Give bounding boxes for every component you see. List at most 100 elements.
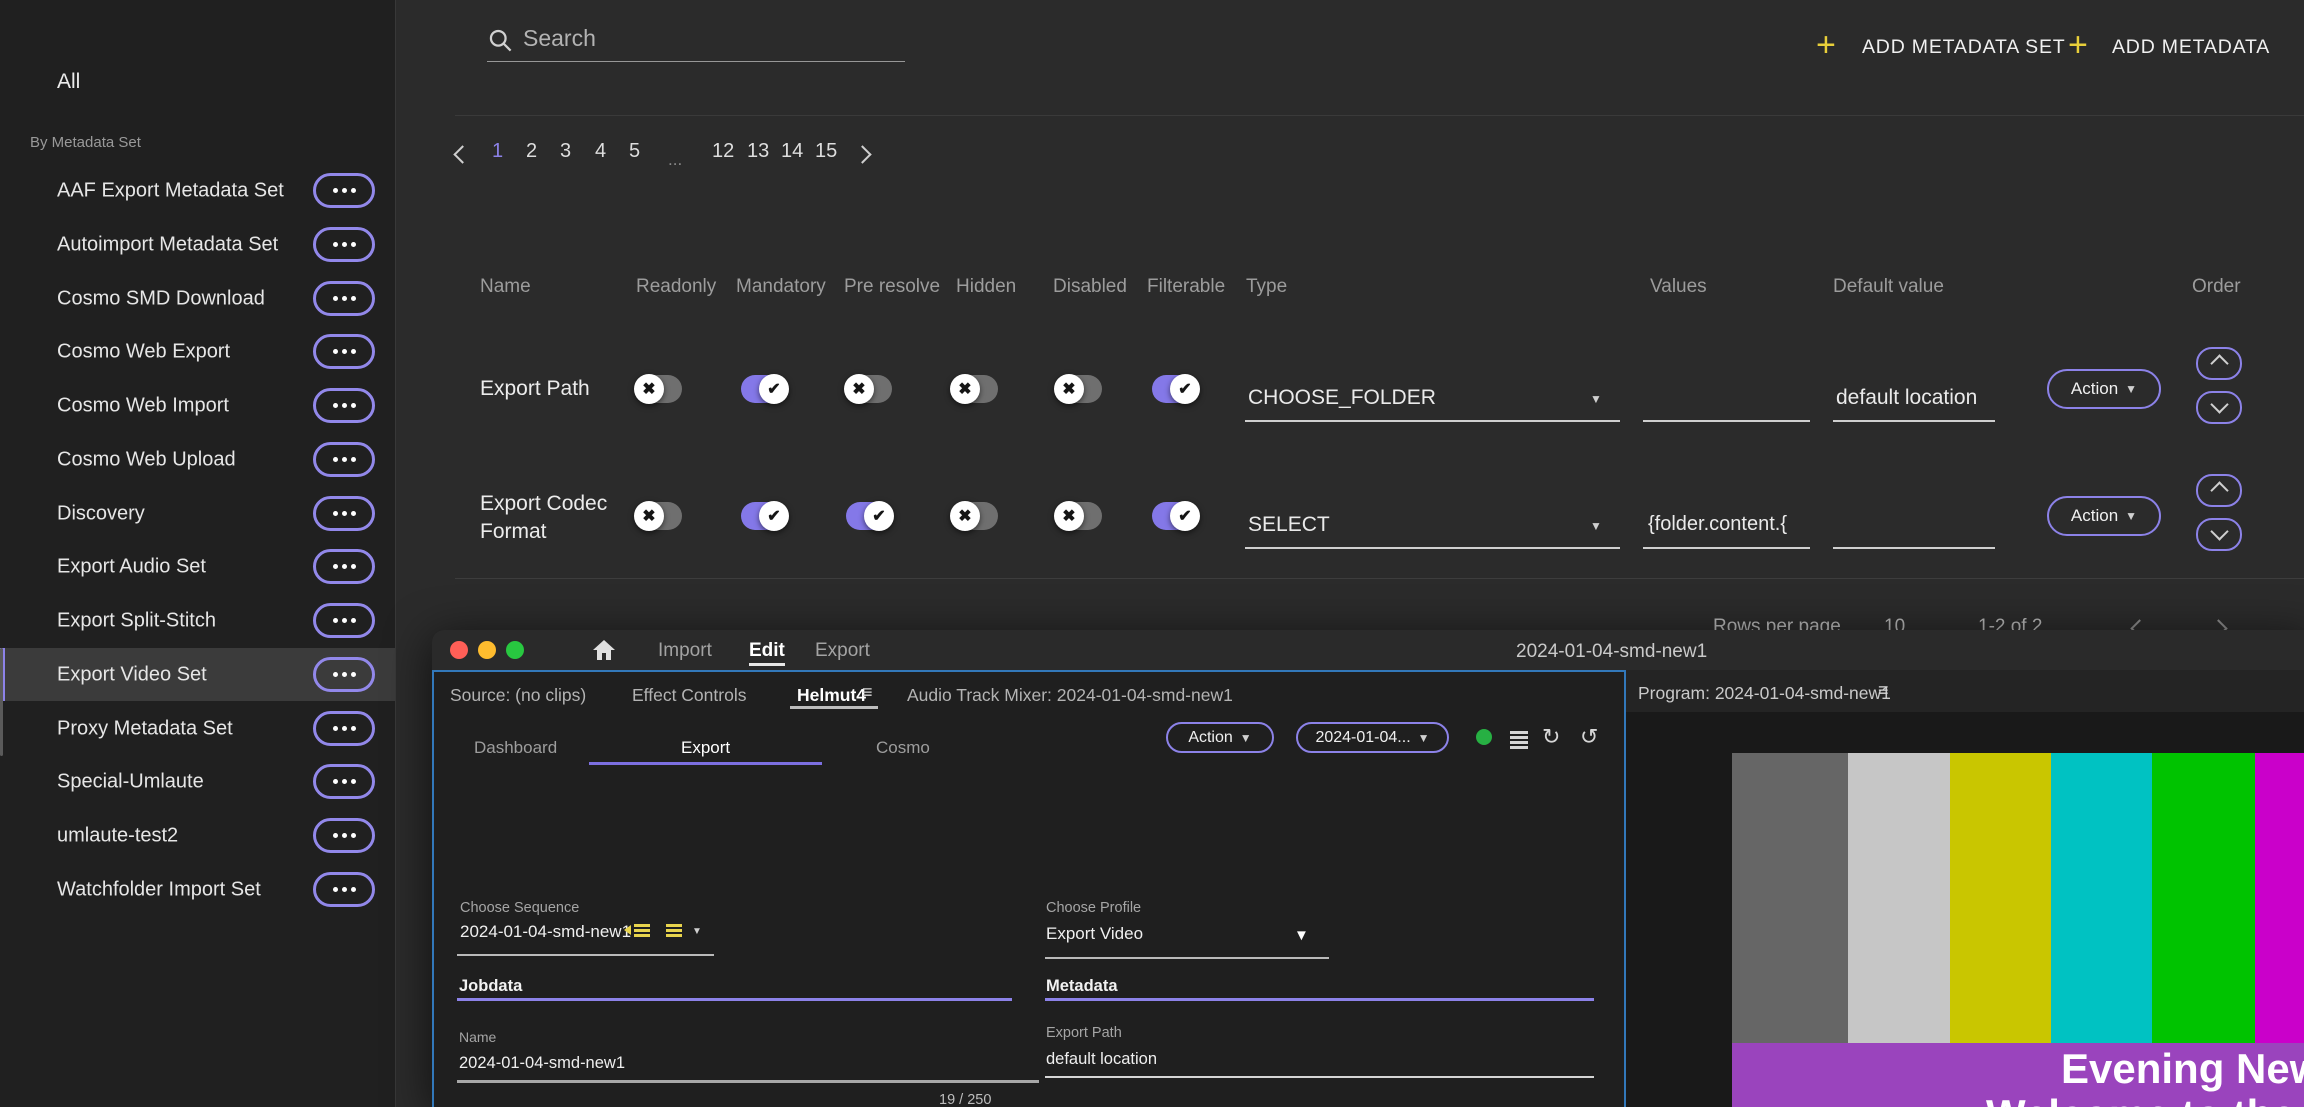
pagination-page-2[interactable]: 2 — [526, 140, 537, 163]
tab-export-helmut[interactable]: Export — [681, 738, 730, 758]
preset-dropdown[interactable]: 2024-01-04...▼ — [1296, 722, 1449, 753]
tab-import[interactable]: Import — [658, 640, 712, 662]
type-select[interactable]: CHOOSE_FOLDER — [1248, 386, 1436, 410]
sequence-menu-icon[interactable] — [666, 924, 682, 927]
add-metadata-set-button[interactable]: ADD METADATA SET — [1862, 36, 2066, 59]
item-menu-button[interactable] — [313, 281, 375, 316]
move-up-button[interactable] — [2196, 347, 2242, 380]
sidebar-item-proxy-metadata-set[interactable]: Proxy Metadata Set — [0, 702, 395, 755]
hidden-toggle[interactable] — [952, 502, 998, 530]
pagination-next-icon[interactable] — [856, 148, 869, 166]
move-down-button[interactable] — [2196, 391, 2242, 424]
item-menu-button[interactable] — [313, 603, 375, 638]
disabled-toggle[interactable] — [1056, 375, 1102, 403]
sidebar-item-all[interactable]: All — [57, 70, 80, 94]
hidden-toggle[interactable] — [952, 375, 998, 403]
sidebar-item-cosmo-web-export[interactable]: Cosmo Web Export — [0, 325, 395, 378]
tab-cosmo[interactable]: Cosmo — [876, 738, 930, 758]
move-down-button[interactable] — [2196, 518, 2242, 551]
action-button[interactable]: Action▼ — [2047, 369, 2161, 409]
profile-select[interactable]: Export Video — [1046, 924, 1143, 944]
tab-dashboard[interactable]: Dashboard — [474, 738, 557, 758]
tab-helmut4[interactable]: Helmut4 — [797, 685, 866, 706]
tab-effect-controls[interactable]: Effect Controls — [632, 685, 746, 706]
mandatory-toggle[interactable] — [741, 375, 787, 403]
item-menu-button[interactable] — [313, 388, 375, 423]
item-menu-button[interactable] — [313, 711, 375, 746]
pagination-page-14[interactable]: 14 — [781, 140, 803, 163]
panel-menu-icon[interactable]: ≡ — [1878, 680, 1889, 701]
item-menu-button[interactable] — [313, 496, 375, 531]
close-icon[interactable] — [450, 641, 468, 659]
tab-source[interactable]: Source: (no clips) — [450, 685, 586, 706]
default-value-underline[interactable] — [1833, 547, 1995, 549]
maximize-icon[interactable] — [506, 641, 524, 659]
mandatory-toggle[interactable] — [741, 502, 787, 530]
menu-icon[interactable] — [1510, 736, 1528, 739]
pagination-page-1[interactable]: 1 — [492, 140, 503, 163]
tab-edit[interactable]: Edit — [749, 640, 785, 662]
pagination-page-15[interactable]: 15 — [815, 140, 837, 163]
add-metadata-button[interactable]: ADD METADATA — [2112, 36, 2270, 59]
sequence-list-icon[interactable] — [634, 924, 650, 927]
home-icon[interactable] — [592, 639, 616, 661]
sidebar-item-export-video-set[interactable]: Export Video Set — [0, 648, 395, 701]
type-select[interactable]: SELECT — [1248, 513, 1330, 537]
panel-menu-icon[interactable]: ≡ — [862, 682, 873, 703]
minimize-icon[interactable] — [478, 641, 496, 659]
sync-icon[interactable]: ↺ — [1580, 724, 1598, 750]
sidebar-item-special-umlaute[interactable]: Special-Umlaute — [0, 755, 395, 808]
pagination-page-5[interactable]: 5 — [629, 140, 640, 163]
default-value-input[interactable]: default location — [1836, 386, 1977, 410]
pagination-page-4[interactable]: 4 — [595, 140, 606, 163]
sidebar-item-autoimport[interactable]: Autoimport Metadata Set — [0, 218, 395, 271]
col-name: Name — [480, 276, 531, 298]
item-menu-button[interactable] — [313, 173, 375, 208]
sequence-value[interactable]: 2024-01-04-smd-new1 — [460, 922, 631, 942]
pagination-page-13[interactable]: 13 — [747, 140, 769, 163]
refresh-icon[interactable]: ↻ — [1542, 724, 1560, 750]
plus-icon: + — [1816, 28, 1836, 62]
window-titlebar[interactable] — [432, 630, 2304, 670]
sidebar-item-cosmo-web-import[interactable]: Cosmo Web Import — [0, 379, 395, 432]
pagination-page-3[interactable]: 3 — [560, 140, 571, 163]
move-up-button[interactable] — [2196, 474, 2242, 507]
action-button[interactable]: Action▼ — [2047, 496, 2161, 536]
pagination-prev-icon[interactable] — [456, 148, 469, 166]
readonly-toggle[interactable] — [636, 502, 682, 530]
tab-audio-track-mixer[interactable]: Audio Track Mixer: 2024-01-04-smd-new1 — [907, 685, 1233, 706]
name-input[interactable]: 2024-01-04-smd-new1 — [459, 1054, 625, 1073]
sidebar-item-umlaute-test2[interactable]: umlaute-test2 — [0, 809, 395, 862]
sidebar-item-export-audio-set[interactable]: Export Audio Set — [0, 540, 395, 593]
action-dropdown[interactable]: Action▼ — [1166, 722, 1274, 753]
sidebar-scrollbar[interactable] — [0, 648, 3, 756]
sidebar-item-cosmo-web-upload[interactable]: Cosmo Web Upload — [0, 433, 395, 486]
chevron-up-icon — [2210, 481, 2228, 499]
item-menu-button[interactable] — [313, 657, 375, 692]
filterable-toggle[interactable] — [1152, 502, 1198, 530]
search-input[interactable]: Search — [523, 25, 596, 52]
item-menu-button[interactable] — [313, 764, 375, 799]
readonly-toggle[interactable] — [636, 375, 682, 403]
sidebar-item-export-split-stitch[interactable]: Export Split-Stitch — [0, 594, 395, 647]
pagination-page-12[interactable]: 12 — [712, 140, 734, 163]
values-input[interactable]: {folder.content.{ — [1648, 513, 1787, 536]
filterable-toggle[interactable] — [1152, 375, 1198, 403]
item-menu-button[interactable] — [313, 334, 375, 369]
item-menu-button[interactable] — [313, 227, 375, 262]
item-menu-button[interactable] — [313, 818, 375, 853]
disabled-toggle[interactable] — [1056, 502, 1102, 530]
sidebar-item-discovery[interactable]: Discovery — [0, 487, 395, 540]
sidebar-item-aaf-export[interactable]: AAF Export Metadata Set — [0, 164, 395, 217]
sidebar-item-watchfolder-import-set[interactable]: Watchfolder Import Set — [0, 863, 395, 916]
pre-resolve-toggle[interactable] — [846, 375, 892, 403]
sidebar-item-cosmo-smd-download[interactable]: Cosmo SMD Download — [0, 272, 395, 325]
item-menu-button[interactable] — [313, 442, 375, 477]
tab-export[interactable]: Export — [815, 640, 870, 662]
jobdata-section-title: Jobdata — [459, 977, 522, 996]
item-menu-button[interactable] — [313, 549, 375, 584]
item-menu-button[interactable] — [313, 872, 375, 907]
pre-resolve-toggle[interactable] — [846, 502, 892, 530]
export-path-input[interactable]: default location — [1046, 1050, 1157, 1069]
chevron-down-icon[interactable]: ▼ — [692, 926, 702, 937]
